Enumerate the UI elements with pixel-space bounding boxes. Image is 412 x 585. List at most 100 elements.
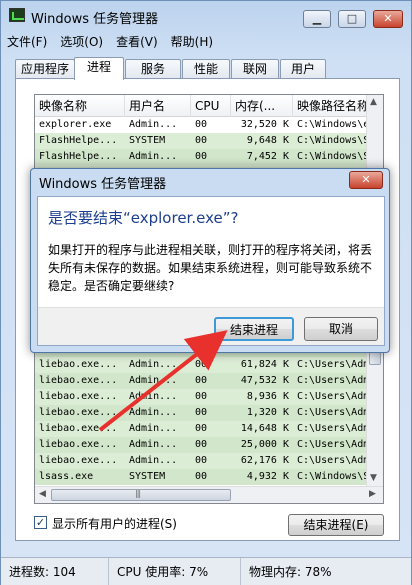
scroll-up-icon[interactable]: ▲ xyxy=(370,97,377,107)
table-row[interactable]: lsass.exe SYSTEM 00 4,932 K C:\Windows\S xyxy=(35,469,383,485)
window-title: Windows 任务管理器 xyxy=(31,12,159,27)
cell-user-name: Admin... xyxy=(129,407,178,418)
table-row[interactable]: liebao.exe... Admin... 00 1,320 K C:\Use… xyxy=(35,405,383,421)
cell-image-path: C:\Windows\S xyxy=(297,151,367,162)
status-process-count: 进程数: 104 xyxy=(1,558,109,585)
cell-cpu: 00 xyxy=(195,439,208,450)
column-cpu[interactable]: CPU xyxy=(191,95,231,117)
cell-image-path: C:\Windows\e xyxy=(297,119,367,130)
cell-cpu: 00 xyxy=(195,135,208,146)
cell-user-name: SYSTEM xyxy=(129,471,166,482)
cell-image-path: C:\Users\Adm xyxy=(297,375,367,386)
cell-user-name: Admin... xyxy=(129,439,178,450)
cell-user-name: Admin... xyxy=(129,119,178,130)
cell-memory: 4,932 K xyxy=(246,471,289,482)
cell-cpu: 00 xyxy=(195,407,208,418)
menu-bar: 文件(F) 选项(O) 查看(V) 帮助(H) xyxy=(7,33,226,51)
table-row[interactable]: liebao.exe... Admin... 00 61,824 K C:\Us… xyxy=(35,357,383,373)
list-header: 映像名称 用户名 CPU 内存(... 映像路径名称 xyxy=(35,95,383,117)
cell-user-name: Admin... xyxy=(129,423,178,434)
dialog-body: 是否要结束“explorer.exe”? 如果打开的程序与此进程相关联，则打开的… xyxy=(37,196,385,346)
dialog-close-button[interactable]: ✕ xyxy=(349,171,383,189)
cell-image-name: explorer.exe xyxy=(39,119,112,130)
cell-image-path: C:\Windows\S xyxy=(297,135,367,146)
table-row[interactable]: liebao.exe... Admin... 00 8,936 K C:\Use… xyxy=(35,389,383,405)
menu-view[interactable]: 查看(V) xyxy=(116,33,158,50)
table-row[interactable]: liebao.exe... Admin... 00 25,000 K C:\Us… xyxy=(35,437,383,453)
menu-help[interactable]: 帮助(H) xyxy=(171,33,213,50)
cell-image-name: liebao.exe... xyxy=(39,375,118,386)
cell-cpu: 00 xyxy=(195,151,208,162)
cell-cpu: 00 xyxy=(195,423,208,434)
show-all-users-label: 显示所有用户的进程(S) xyxy=(52,517,177,531)
menu-file[interactable]: 文件(F) xyxy=(7,33,47,50)
cell-image-name: FlashHelpe... xyxy=(39,135,118,146)
horizontal-scrollbar[interactable]: ◀ ||| ▶ xyxy=(35,486,383,503)
cell-image-name: liebao.exe... xyxy=(39,391,118,402)
cell-image-path: C:\Users\Adm xyxy=(297,391,367,402)
maximize-button[interactable]: □ xyxy=(338,10,366,28)
cell-image-name: liebao.exe... xyxy=(39,455,118,466)
cell-cpu: 00 xyxy=(195,359,208,370)
column-image-name[interactable]: 映像名称 xyxy=(35,95,125,117)
table-row[interactable]: FlashHelpe... SYSTEM 00 9,648 K C:\Windo… xyxy=(35,133,383,149)
cell-cpu: 00 xyxy=(195,471,208,482)
tab-services[interactable]: 服务 xyxy=(125,59,181,79)
cell-user-name: Admin... xyxy=(129,391,178,402)
table-row[interactable]: liebao.exe... Admin... 00 14,648 K C:\Us… xyxy=(35,421,383,437)
cell-image-path: C:\Users\Adm xyxy=(297,439,367,450)
cell-cpu: 00 xyxy=(195,455,208,466)
cell-memory: 1,320 K xyxy=(246,407,289,418)
cell-cpu: 00 xyxy=(195,375,208,386)
cell-image-path: C:\Users\Adm xyxy=(297,423,367,434)
cancel-button[interactable]: 取消 xyxy=(304,317,378,341)
tab-applications[interactable]: 应用程序 xyxy=(15,59,75,79)
table-row[interactable]: explorer.exe Admin... 00 32,520 K C:\Win… xyxy=(35,117,383,133)
menu-options[interactable]: 选项(O) xyxy=(60,33,103,50)
confirm-end-process-button[interactable]: 结束进程 xyxy=(214,317,294,341)
column-memory[interactable]: 内存(... xyxy=(231,95,293,117)
cell-memory: 62,176 K xyxy=(240,455,289,466)
cell-image-path: C:\Windows\S xyxy=(297,471,367,482)
cell-user-name: Admin... xyxy=(129,151,178,162)
minimize-button[interactable]: ▁ xyxy=(303,10,331,28)
scroll-grip-icon: ||| xyxy=(135,489,141,498)
title-bar[interactable]: Windows 任务管理器 ▁ □ ✕ xyxy=(1,1,411,31)
cell-cpu: 00 xyxy=(195,119,208,130)
table-row[interactable]: FlashHelpe... Admin... 00 7,452 K C:\Win… xyxy=(35,149,383,165)
cell-memory: 32,520 K xyxy=(240,119,289,130)
cell-memory: 14,648 K xyxy=(240,423,289,434)
column-image-path[interactable]: 映像路径名称 xyxy=(293,95,367,117)
cell-image-name: FlashHelpe... xyxy=(39,151,118,162)
cell-memory: 8,936 K xyxy=(246,391,289,402)
cell-image-name: liebao.exe... xyxy=(39,423,118,434)
cell-user-name: SYSTEM xyxy=(129,135,166,146)
cell-image-name: lsass.exe xyxy=(39,471,94,482)
close-button[interactable]: ✕ xyxy=(373,10,403,28)
dialog-footer: 结束进程 取消 xyxy=(38,307,384,345)
table-row[interactable]: liebao.exe... Admin... 00 62,176 K C:\Us… xyxy=(35,453,383,469)
dialog-heading: 是否要结束“explorer.exe”? xyxy=(48,209,239,227)
tab-performance[interactable]: 性能 xyxy=(182,59,230,79)
cell-image-name: liebao.exe... xyxy=(39,407,118,418)
cell-user-name: Admin... xyxy=(129,455,178,466)
task-manager-icon xyxy=(9,8,25,22)
column-user-name[interactable]: 用户名 xyxy=(125,95,191,117)
cell-cpu: 00 xyxy=(195,391,208,402)
end-process-button[interactable]: 结束进程(E) xyxy=(288,514,384,536)
status-bar: 进程数: 104 CPU 使用率: 7% 物理内存: 78% xyxy=(1,557,411,585)
scroll-right-icon[interactable]: ▶ xyxy=(369,489,376,499)
tab-users[interactable]: 用户 xyxy=(280,59,326,79)
tab-processes[interactable]: 进程 xyxy=(74,57,124,80)
tab-networking[interactable]: 联网 xyxy=(231,59,279,79)
dialog-title: Windows 任务管理器 xyxy=(39,177,167,192)
show-all-users-checkbox[interactable]: ✓ xyxy=(34,516,47,529)
scroll-left-icon[interactable]: ◀ xyxy=(39,489,46,499)
cell-memory: 25,000 K xyxy=(240,439,289,450)
horizontal-scroll-thumb[interactable] xyxy=(51,489,231,501)
scroll-down-icon[interactable]: ▼ xyxy=(370,473,377,483)
status-cpu-usage: CPU 使用率: 7% xyxy=(109,558,241,585)
table-row[interactable]: liebao.exe... Admin... 00 47,532 K C:\Us… xyxy=(35,373,383,389)
cell-image-path: C:\Users\Adm xyxy=(297,359,367,370)
dialog-message: 如果打开的程序与此进程相关联，则打开的程序将关闭，将丢失所有未保存的数据。如果结… xyxy=(48,243,373,293)
